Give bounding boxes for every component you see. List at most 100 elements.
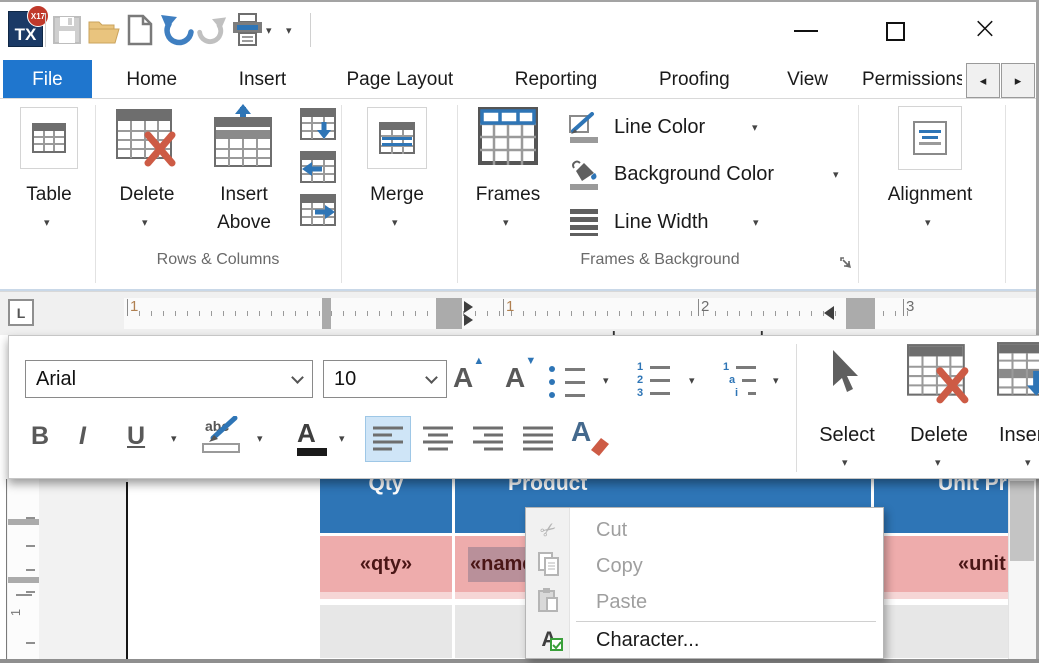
insert-below-button[interactable] — [300, 108, 337, 146]
toolbar-insert-button[interactable]: Insert ▾ — [989, 342, 1039, 472]
align-justify-button[interactable] — [515, 416, 561, 462]
new-document-icon[interactable] — [127, 14, 153, 51]
toolbar-delete-caret[interactable]: ▾ — [935, 458, 941, 469]
app-logo-icon[interactable]: TX X17 — [8, 11, 43, 47]
frames-dropdown-caret[interactable]: ▾ — [503, 218, 509, 229]
right-indent-marker[interactable] — [824, 306, 834, 320]
ruler-column-marker[interactable] — [322, 298, 331, 329]
merge-button-label[interactable]: Merge — [352, 184, 442, 206]
line-width-caret[interactable]: ▾ — [753, 218, 759, 229]
scrollbar-thumb[interactable] — [1010, 481, 1034, 561]
tab-scroll-right-button[interactable]: ▸ — [1001, 63, 1035, 98]
multilevel-list-button[interactable]: 1 a i — [723, 362, 756, 401]
align-center-button[interactable] — [415, 416, 461, 462]
line-color-caret[interactable]: ▾ — [752, 123, 758, 134]
horizontal-ruler[interactable]: 1 1 2 3 L L — [124, 298, 1039, 329]
shrink-font-button[interactable]: A ▼ — [505, 364, 525, 392]
vertical-ruler[interactable]: 1 — [8, 479, 39, 661]
font-name-combobox[interactable]: Arial — [25, 360, 313, 398]
save-icon[interactable] — [52, 15, 82, 50]
format-styles-button[interactable]: A — [571, 418, 615, 462]
merge-button[interactable] — [367, 107, 427, 169]
font-size-combobox[interactable]: 10 — [323, 360, 447, 398]
font-color-caret[interactable]: ▾ — [339, 434, 345, 445]
select-caret[interactable]: ▾ — [842, 458, 848, 469]
highlight-button[interactable]: abc — [201, 416, 249, 456]
tab-page-layout[interactable]: Page Layout — [323, 60, 476, 99]
italic-button[interactable]: I — [79, 424, 86, 449]
maximize-button[interactable] — [872, 11, 918, 51]
close-button[interactable]: × — [962, 9, 1008, 49]
highlight-caret[interactable]: ▾ — [257, 434, 263, 445]
table-cell-empty[interactable] — [874, 605, 1008, 658]
frames-button[interactable] — [478, 107, 538, 170]
alignment-button-label[interactable]: Alignment — [870, 184, 990, 206]
select-button[interactable]: Select ▾ — [809, 346, 885, 472]
toolbar-delete-button[interactable]: Delete ▾ — [899, 342, 979, 472]
print-dropdown-caret[interactable]: ▾ — [266, 26, 272, 37]
background-color-label[interactable]: Background Color — [614, 163, 774, 186]
line-width-label[interactable]: Line Width — [614, 211, 709, 234]
tab-home[interactable]: Home — [102, 60, 202, 99]
menu-item-copy[interactable]: Copy — [526, 548, 883, 584]
minimize-button[interactable] — [783, 11, 829, 51]
dialog-launcher-icon[interactable] — [840, 257, 853, 275]
alignment-button[interactable] — [898, 106, 962, 170]
line-color-label[interactable]: Line Color — [614, 116, 705, 139]
background-color-caret[interactable]: ▾ — [833, 170, 839, 181]
table-dropdown-caret[interactable]: ▾ — [44, 218, 50, 229]
tab-view[interactable]: View — [763, 60, 852, 99]
menu-item-character[interactable]: A Character... — [526, 622, 883, 658]
insert-above-button[interactable] — [212, 104, 274, 173]
insert-left-button[interactable] — [300, 151, 337, 189]
left-indent-marker[interactable] — [464, 314, 473, 326]
tab-selector-box[interactable]: L — [8, 299, 34, 326]
table-button[interactable] — [20, 107, 78, 169]
ruler-column-marker[interactable] — [846, 298, 875, 329]
tab-scroll-left-button[interactable]: ◂ — [966, 63, 1000, 98]
qat-customize-caret[interactable]: ▾ — [286, 26, 292, 37]
table-cell-qty-field[interactable]: «qty» — [320, 536, 452, 592]
open-icon[interactable] — [88, 19, 122, 49]
bullet-list-caret[interactable]: ▾ — [603, 376, 609, 387]
font-color-button[interactable]: A — [297, 420, 327, 456]
grow-font-button[interactable]: A ▲ — [453, 364, 473, 392]
underline-caret[interactable]: ▾ — [171, 434, 177, 445]
table-header-unit-price[interactable]: Unit Price — [874, 479, 1008, 533]
tab-permissions[interactable]: Permissions — [862, 60, 962, 99]
tab-insert[interactable]: Insert — [212, 60, 314, 99]
redo-icon[interactable] — [197, 16, 227, 51]
vruler-row-marker[interactable] — [8, 519, 39, 525]
chevron-down-icon[interactable] — [425, 371, 438, 384]
chevron-down-icon[interactable] — [291, 371, 304, 384]
insert-right-button[interactable] — [300, 194, 337, 232]
table-cell-unit-price-field[interactable]: «unit price» — [874, 536, 1008, 592]
multilevel-list-caret[interactable]: ▾ — [773, 376, 779, 387]
first-line-indent-marker[interactable] — [464, 301, 473, 313]
undo-icon[interactable] — [160, 14, 194, 52]
alignment-dropdown-caret[interactable]: ▾ — [925, 218, 931, 229]
insert-above-label-1[interactable]: Insert — [202, 184, 286, 206]
numbered-list-button[interactable]: 1 2 3 — [637, 362, 670, 401]
table-button-label[interactable]: Table — [9, 184, 89, 206]
insert-above-label-2[interactable]: Above — [202, 212, 286, 234]
frames-button-label[interactable]: Frames — [463, 184, 553, 206]
numbered-list-caret[interactable]: ▾ — [689, 376, 695, 387]
delete-button[interactable] — [116, 109, 178, 172]
table-header-qty[interactable]: Qty — [320, 479, 452, 533]
ruler-column-marker[interactable] — [436, 298, 462, 329]
table-cell-empty[interactable] — [320, 605, 452, 658]
delete-dropdown-caret[interactable]: ▾ — [142, 218, 148, 229]
merge-dropdown-caret[interactable]: ▾ — [392, 218, 398, 229]
bold-button[interactable]: B — [31, 424, 49, 449]
underline-button[interactable]: U — [127, 424, 145, 449]
tab-reporting[interactable]: Reporting — [486, 60, 625, 99]
align-left-button[interactable] — [365, 416, 411, 462]
menu-item-paste[interactable]: Paste — [526, 584, 883, 620]
vruler-row-marker[interactable] — [8, 577, 39, 583]
delete-button-label[interactable]: Delete — [106, 184, 188, 206]
print-icon[interactable] — [231, 13, 264, 52]
align-right-button[interactable] — [465, 416, 511, 462]
toolbar-insert-caret[interactable]: ▾ — [1025, 458, 1031, 469]
bullet-list-button[interactable] — [549, 364, 585, 403]
